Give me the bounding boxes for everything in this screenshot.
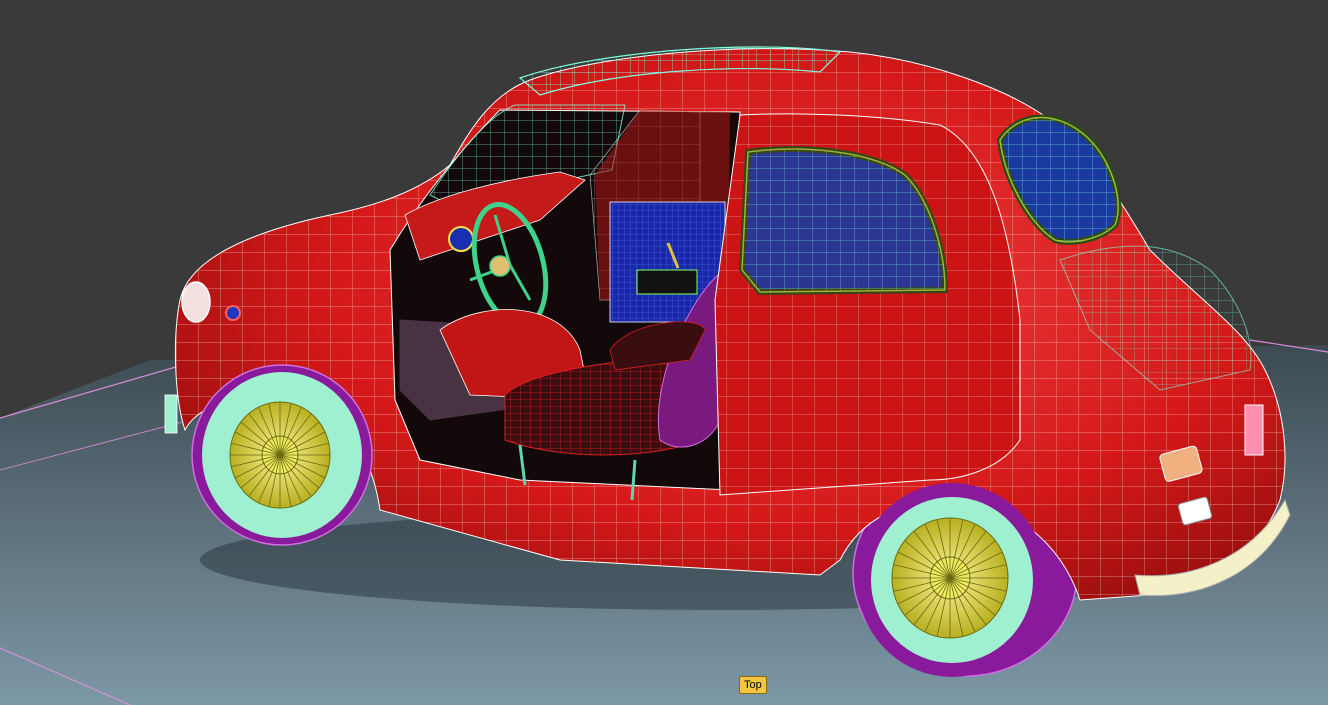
license-plate	[1244, 404, 1264, 456]
viewport-canvas[interactable]	[0, 0, 1328, 705]
headlight	[181, 281, 211, 323]
speedometer	[448, 226, 474, 252]
front-badge	[225, 305, 241, 321]
car-model[interactable]	[164, 46, 1291, 677]
parcel-tray	[636, 269, 698, 295]
3d-viewport[interactable]: Top	[0, 0, 1328, 705]
front-bumper	[164, 394, 178, 434]
viewcube-top-label[interactable]: Top	[739, 676, 767, 694]
